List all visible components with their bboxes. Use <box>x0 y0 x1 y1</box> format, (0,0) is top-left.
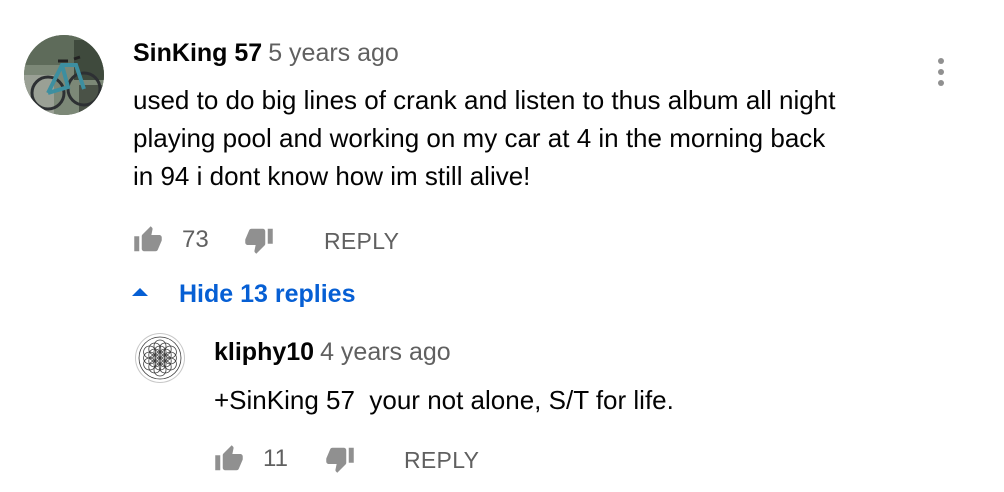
comment-text: used to do big lines of crank and listen… <box>133 85 836 191</box>
comment-thread: SinKing 57 5 years ago used to do big lin… <box>0 0 1004 492</box>
reply-timestamp[interactable]: 4 years ago <box>320 338 451 366</box>
bicycle-photo-avatar-icon <box>24 35 104 115</box>
reply-text: +SinKing 57 your not alone, S/T for life… <box>214 385 674 415</box>
reply-reply-button[interactable]: REPLY <box>404 447 479 474</box>
hide-replies-label: Hide 13 replies <box>179 280 356 308</box>
reply-avatar[interactable] <box>135 333 185 383</box>
thumb-down-icon <box>245 228 273 254</box>
comment-timestamp[interactable]: 5 years ago <box>268 39 399 67</box>
comment-author[interactable]: SinKing 57 <box>133 39 262 67</box>
comment-header: SinKing 57 5 years ago <box>133 39 399 68</box>
more-vert-icon[interactable] <box>930 58 952 94</box>
reply-like-count: 11 <box>263 445 288 472</box>
like-button[interactable] <box>133 225 163 255</box>
reply-dislike-button[interactable] <box>325 444 355 474</box>
thumb-up-icon <box>215 445 243 471</box>
reply-like-button[interactable] <box>214 444 244 474</box>
avatar[interactable] <box>24 35 104 115</box>
like-count: 73 <box>182 226 209 253</box>
chevron-up-icon <box>132 288 148 296</box>
reply-action-bar: 11 REPLY <box>214 441 514 481</box>
comment-action-bar: 73 REPLY <box>133 222 433 262</box>
reply-button[interactable]: REPLY <box>324 228 399 255</box>
reply-header: kliphy10 4 years ago <box>214 338 451 367</box>
thumb-down-icon <box>326 447 354 473</box>
flower-of-life-avatar-icon <box>138 336 182 380</box>
reply-author[interactable]: kliphy10 <box>214 338 314 366</box>
thumb-up-icon <box>134 226 162 252</box>
dislike-button[interactable] <box>244 225 274 255</box>
